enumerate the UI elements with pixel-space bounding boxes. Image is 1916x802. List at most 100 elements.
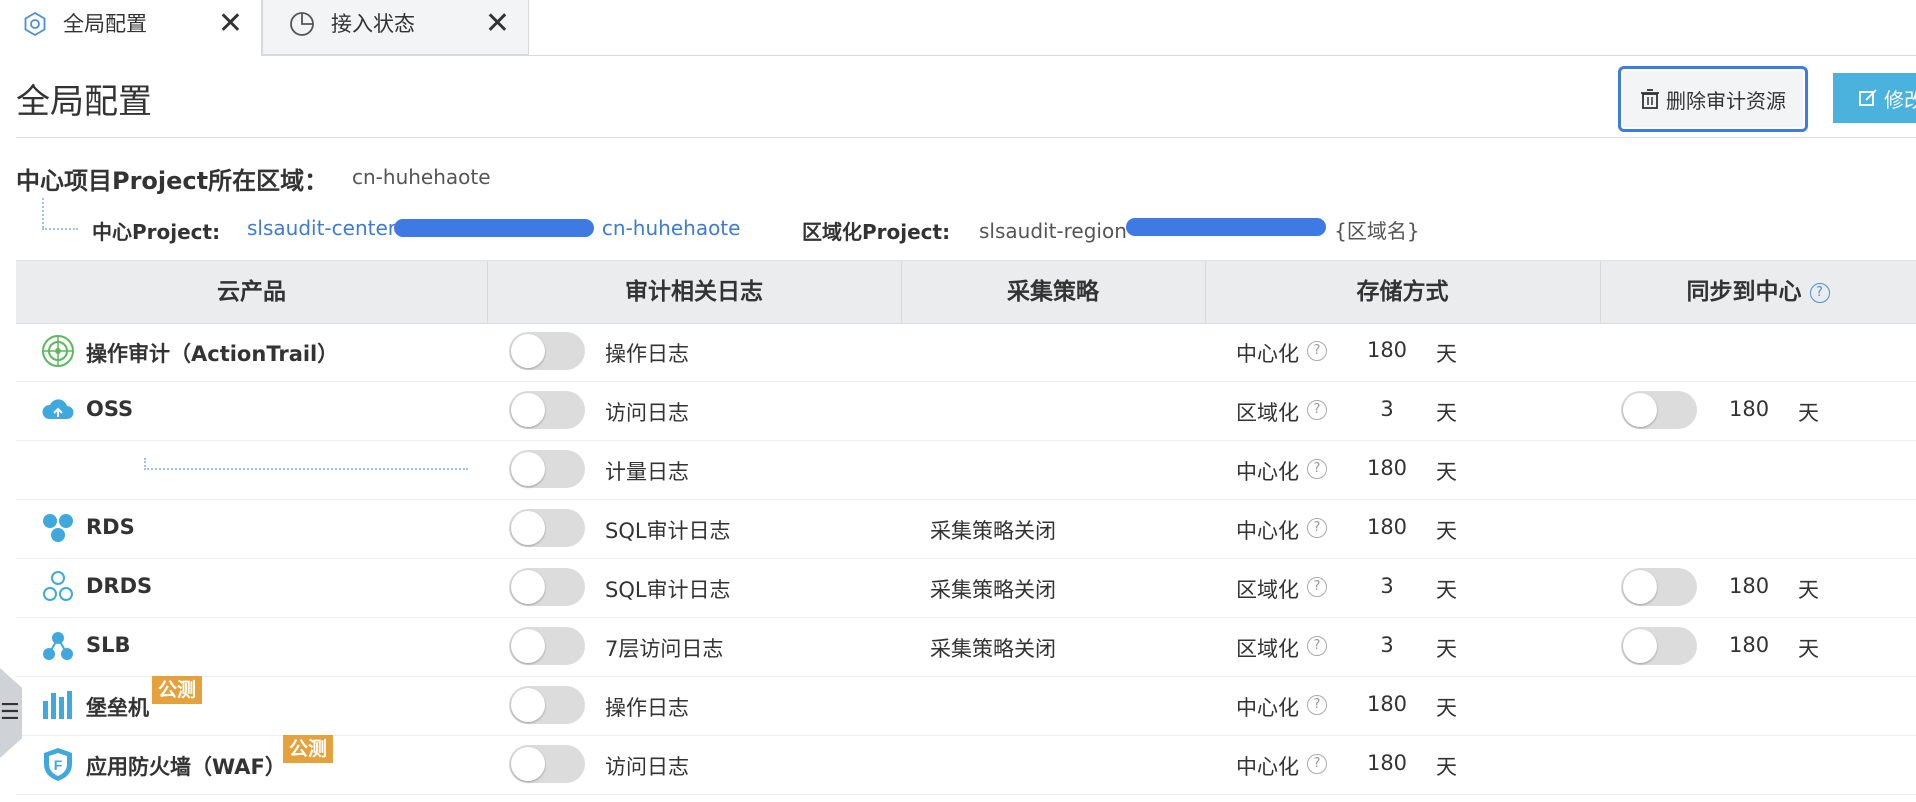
product-name: 堡垒机 xyxy=(86,696,149,720)
region-project-suffix: {区域名} xyxy=(1334,219,1420,243)
help-icon[interactable]: ? xyxy=(1307,754,1327,774)
days-unit: 天 xyxy=(1436,578,1457,602)
table-row: 堡垒机 公测 操作日志 中心化? 180 天 xyxy=(16,676,1916,736)
table-header: 云产品 审计相关日志 采集策略 存储方式 同步到中心? xyxy=(16,260,1916,324)
tree-connector xyxy=(42,228,78,230)
log-toggle[interactable] xyxy=(509,627,585,665)
log-toggle[interactable] xyxy=(509,568,585,606)
tree-connector xyxy=(42,198,44,228)
table-row: OSS 访问日志 区域化? 3 天 180 天 xyxy=(16,381,1916,441)
storage-mode: 区域化 xyxy=(1236,578,1299,602)
waf-shield-icon: F xyxy=(40,746,76,782)
retention-days: 180 xyxy=(1366,692,1408,716)
slb-icon xyxy=(40,628,76,664)
storage-mode: 中心化 xyxy=(1236,460,1299,484)
redaction-mark xyxy=(394,219,594,237)
rds-icon xyxy=(40,510,76,546)
close-icon[interactable]: ✕ xyxy=(218,9,243,39)
days-unit: 天 xyxy=(1798,578,1819,602)
settings-circle-icon xyxy=(24,11,46,37)
beta-badge: 公测 xyxy=(283,735,334,763)
log-type: SQL审计日志 xyxy=(605,578,731,602)
bastion-host-icon xyxy=(40,687,76,723)
center-region-value: cn-huhehaote xyxy=(352,165,491,189)
log-toggle[interactable] xyxy=(509,391,585,429)
storage-mode: 区域化 xyxy=(1236,637,1299,661)
sync-toggle[interactable] xyxy=(1621,391,1697,429)
product-name: SLB xyxy=(86,633,131,657)
help-icon[interactable]: ? xyxy=(1307,577,1327,597)
days-unit: 天 xyxy=(1436,460,1457,484)
retention-days: 180 xyxy=(1366,456,1408,480)
sync-days: 180 xyxy=(1729,633,1770,657)
product-name: DRDS xyxy=(86,574,153,598)
log-toggle[interactable] xyxy=(509,745,585,783)
table-row: DRDS SQL审计日志 采集策略关闭 区域化? 3 天 180 天 xyxy=(16,558,1916,618)
col-header-audit-logs: 审计相关日志 xyxy=(625,279,763,305)
days-unit: 天 xyxy=(1436,342,1457,366)
log-type: SQL审计日志 xyxy=(605,519,731,543)
actiontrail-icon xyxy=(40,333,76,369)
help-icon[interactable]: ? xyxy=(1307,636,1327,656)
log-type: 访问日志 xyxy=(605,401,689,425)
trash-icon xyxy=(1641,89,1659,109)
help-icon[interactable]: ? xyxy=(1307,341,1327,361)
redaction-mark xyxy=(1126,218,1326,236)
log-type: 7层访问日志 xyxy=(605,637,724,661)
tab-access-status[interactable]: 接入状态 ✕ xyxy=(262,0,529,55)
sync-days: 180 xyxy=(1729,574,1770,598)
help-icon[interactable]: ? xyxy=(1307,518,1327,538)
tab-label: 全局配置 xyxy=(63,12,147,36)
delete-audit-resources-button[interactable]: 删除审计资源 xyxy=(1618,66,1808,132)
product-name: 应用防火墙（WAF） xyxy=(86,755,286,779)
log-toggle[interactable] xyxy=(509,450,585,488)
beta-badge: 公测 xyxy=(152,676,203,704)
region-project-prefix: slsaudit-region- xyxy=(979,219,1135,243)
log-toggle[interactable] xyxy=(509,332,585,370)
help-icon[interactable]: ? xyxy=(1307,400,1327,420)
log-toggle[interactable] xyxy=(509,686,585,724)
table-row: 操作审计（ActionTrail） 操作日志 中心化? 180 天 xyxy=(16,322,1916,382)
retention-days: 3 xyxy=(1380,574,1394,598)
oss-cloud-icon xyxy=(40,392,76,428)
modify-button[interactable]: 修改 xyxy=(1833,73,1916,123)
product-name: 操作审计（ActionTrail） xyxy=(86,342,339,366)
col-header-sync: 同步到中心? xyxy=(1600,261,1916,323)
sync-toggle[interactable] xyxy=(1621,568,1697,606)
help-icon[interactable]: ? xyxy=(1307,695,1327,715)
log-type: 操作日志 xyxy=(605,342,689,366)
retention-days: 3 xyxy=(1380,397,1394,421)
pie-chart-icon xyxy=(290,12,314,36)
retention-days: 3 xyxy=(1380,633,1394,657)
edit-icon xyxy=(1859,89,1877,106)
close-icon[interactable]: ✕ xyxy=(485,9,510,39)
table-row: SLB 7层访问日志 采集策略关闭 区域化? 3 天 180 天 xyxy=(16,617,1916,677)
collection-policy: 采集策略关闭 xyxy=(930,637,1056,661)
menu-icon: ☰ xyxy=(0,700,20,725)
region-project-label: 区域化Project: xyxy=(802,220,951,244)
tab-bar: 全局配置 ✕ 接入状态 ✕ xyxy=(0,0,1916,56)
storage-mode: 区域化 xyxy=(1236,401,1299,425)
days-unit: 天 xyxy=(1436,401,1457,425)
center-project-suffix: cn-huhehaote xyxy=(601,216,741,240)
help-icon[interactable]: ? xyxy=(1809,282,1830,303)
storage-mode: 中心化 xyxy=(1236,696,1299,720)
center-region-label: 中心项目Project所在区域： xyxy=(16,167,329,195)
tab-label: 接入状态 xyxy=(331,12,415,36)
delete-button-label: 删除审计资源 xyxy=(1666,88,1786,113)
center-project-prefix: slsaudit-center- xyxy=(247,216,402,240)
sync-days: 180 xyxy=(1729,397,1770,421)
col-header-policy: 采集策略 xyxy=(1007,279,1099,305)
sync-header-label: 同步到中心 xyxy=(1686,279,1802,305)
help-icon[interactable]: ? xyxy=(1307,459,1327,479)
table-row: RDS SQL审计日志 采集策略关闭 中心化? 180 天 xyxy=(16,499,1916,559)
days-unit: 天 xyxy=(1798,637,1819,661)
log-type: 计量日志 xyxy=(605,460,689,484)
table-row: F 应用防火墙（WAF） 公测 访问日志 中心化? 180 天 xyxy=(16,735,1916,795)
sync-toggle[interactable] xyxy=(1621,627,1697,665)
col-header-product: 云产品 xyxy=(217,279,286,305)
center-project-label: 中心Project: xyxy=(92,220,221,244)
days-unit: 天 xyxy=(1436,637,1457,661)
log-toggle[interactable] xyxy=(509,509,585,547)
tab-global-config[interactable]: 全局配置 ✕ xyxy=(0,0,262,56)
